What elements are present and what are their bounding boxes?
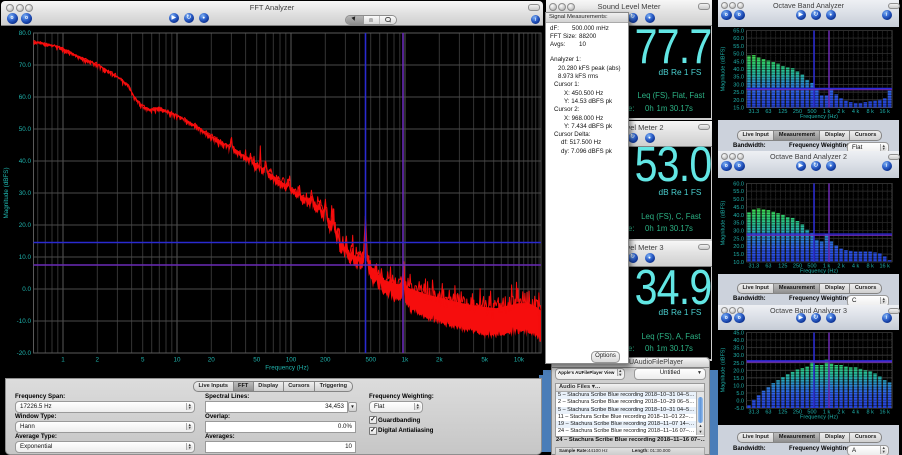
svg-text:31.3: 31.3 (749, 410, 760, 416)
svg-text:45.0: 45.0 (733, 59, 744, 65)
svg-text:55.0: 55.0 (733, 189, 744, 195)
svg-text:-5.0: -5.0 (735, 406, 744, 412)
svg-text:16 k: 16 k (879, 263, 890, 269)
svg-text:20.0: 20.0 (733, 368, 744, 374)
svg-text:20.0: 20.0 (733, 244, 744, 250)
svg-text:35.0: 35.0 (733, 75, 744, 81)
svg-text:45.0: 45.0 (733, 205, 744, 211)
svg-text:10.0: 10.0 (733, 260, 744, 266)
svg-text:50.0: 50.0 (733, 197, 744, 203)
svg-text:16 k: 16 k (879, 109, 890, 115)
svg-text:40.0: 40.0 (733, 338, 744, 344)
svg-text:8 k: 8 k (867, 109, 875, 115)
svg-text:45.0: 45.0 (733, 331, 744, 337)
svg-text:25.0: 25.0 (733, 236, 744, 242)
svg-text:125: 125 (778, 263, 787, 269)
svg-text:125: 125 (778, 410, 787, 416)
svg-text:Magnitude (dBFS): Magnitude (dBFS) (721, 201, 727, 246)
svg-text:Frequency (Hz): Frequency (Hz) (800, 415, 838, 421)
svg-text:15.0: 15.0 (733, 376, 744, 382)
svg-text:25.0: 25.0 (733, 361, 744, 367)
svg-text:35.0: 35.0 (733, 221, 744, 227)
svg-text:65.0: 65.0 (733, 29, 744, 35)
svg-text:4 k: 4 k (852, 263, 860, 269)
svg-text:25.0: 25.0 (733, 90, 744, 96)
svg-text:Frequency (Hz): Frequency (Hz) (800, 268, 838, 274)
svg-text:40.0: 40.0 (733, 67, 744, 73)
svg-text:60.0: 60.0 (733, 36, 744, 42)
svg-text:5.0: 5.0 (736, 391, 744, 397)
svg-text:40.0: 40.0 (733, 213, 744, 219)
svg-text:55.0: 55.0 (733, 44, 744, 50)
svg-text:Frequency (Hz): Frequency (Hz) (800, 114, 838, 120)
svg-text:4 k: 4 k (852, 410, 860, 416)
svg-text:31.3: 31.3 (749, 109, 760, 115)
svg-text:30.0: 30.0 (733, 228, 744, 234)
svg-text:63: 63 (765, 410, 771, 416)
svg-text:10.0: 10.0 (733, 383, 744, 389)
svg-text:63: 63 (765, 109, 771, 115)
svg-text:2 k: 2 k (837, 109, 845, 115)
svg-text:31.3: 31.3 (749, 263, 760, 269)
svg-text:2 k: 2 k (837, 263, 845, 269)
svg-text:Magnitude (dBFS): Magnitude (dBFS) (721, 47, 727, 92)
svg-text:20.0: 20.0 (733, 98, 744, 104)
svg-text:2 k: 2 k (837, 410, 845, 416)
svg-text:30.0: 30.0 (733, 353, 744, 359)
svg-text:30.0: 30.0 (733, 82, 744, 88)
svg-text:63: 63 (765, 263, 771, 269)
svg-text:0.0: 0.0 (736, 399, 744, 405)
svg-text:60.0: 60.0 (733, 181, 744, 187)
svg-text:4 k: 4 k (852, 109, 860, 115)
svg-text:Magnitude (dBFS): Magnitude (dBFS) (721, 348, 727, 393)
svg-text:15.0: 15.0 (733, 252, 744, 258)
svg-text:35.0: 35.0 (733, 346, 744, 352)
svg-text:50.0: 50.0 (733, 52, 744, 58)
svg-text:8 k: 8 k (867, 263, 875, 269)
svg-text:16 k: 16 k (879, 410, 890, 416)
svg-text:8 k: 8 k (867, 410, 875, 416)
svg-text:125: 125 (778, 109, 787, 115)
svg-text:15.0: 15.0 (733, 106, 744, 112)
